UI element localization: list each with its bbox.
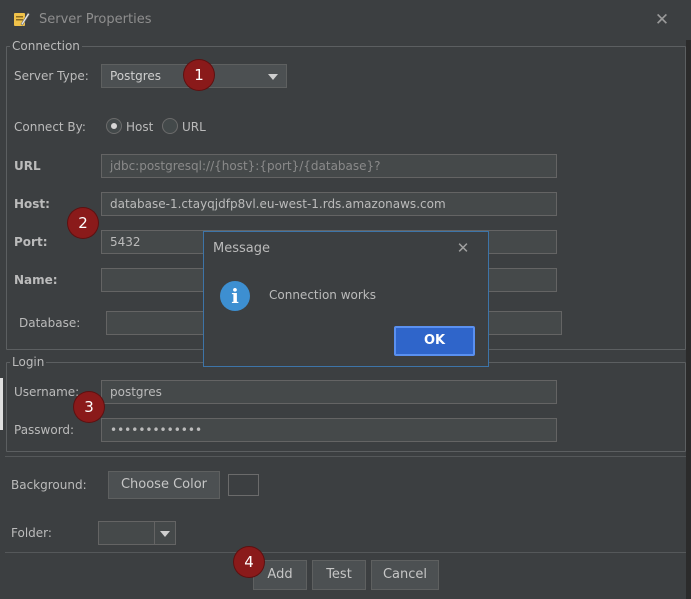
url-label: URL (14, 159, 41, 173)
close-icon[interactable]: ✕ (652, 10, 672, 30)
server-type-label: Server Type: (14, 69, 89, 83)
message-dialog: Message ✕ i Connection works OK (203, 231, 489, 367)
test-button[interactable]: Test (312, 560, 366, 590)
background-editor-strip (686, 40, 691, 599)
folder-select[interactable] (98, 521, 176, 545)
name-label: Name: (14, 273, 58, 287)
dialog-message: Connection works (269, 288, 377, 302)
host-label: Host: (14, 197, 50, 211)
url-input[interactable]: jdbc:postgresql://{host}:{port}/{databas… (101, 154, 557, 178)
username-label: Username: (14, 385, 80, 399)
chevron-down-icon (268, 74, 278, 80)
actions-divider (5, 552, 686, 553)
radio-url-label: URL (182, 120, 206, 134)
section-divider (5, 456, 686, 457)
close-icon[interactable]: ✕ (453, 238, 473, 258)
username-input[interactable]: postgres (101, 380, 557, 404)
login-legend: Login (10, 355, 47, 369)
dialog-title: Message (213, 241, 270, 256)
callout-badge-3: 3 (74, 392, 104, 422)
ok-button[interactable]: OK (394, 326, 475, 356)
color-swatch[interactable] (228, 474, 259, 496)
callout-badge-1: 1 (184, 60, 214, 90)
radio-host[interactable] (106, 118, 122, 134)
callout-badge-4: 4 (234, 547, 264, 577)
callout-badge-2: 2 (68, 208, 98, 238)
database-label: Database: (19, 316, 81, 330)
info-icon: i (220, 281, 250, 311)
pencil-icon (14, 12, 30, 26)
background-label: Background: (11, 478, 87, 492)
connect-by-label: Connect By: (14, 120, 86, 134)
folder-select-separator (154, 522, 155, 544)
choose-color-button[interactable]: Choose Color (108, 471, 220, 499)
host-input[interactable]: database-1.ctayqjdfp8vl.eu-west-1.rds.am… (101, 192, 557, 216)
password-input[interactable]: ••••••••••••• (101, 418, 557, 442)
radio-url[interactable] (162, 118, 178, 134)
background-selection-marker (0, 378, 3, 430)
server-type-value: Postgres (110, 69, 162, 83)
cancel-button[interactable]: Cancel (371, 560, 439, 590)
chevron-down-icon (160, 531, 170, 537)
password-label: Password: (14, 423, 75, 437)
radio-host-label: Host (126, 120, 154, 134)
folder-label: Folder: (11, 526, 52, 540)
port-label: Port: (14, 235, 48, 249)
window-title: Server Properties (39, 12, 152, 27)
connection-legend: Connection (10, 39, 82, 53)
